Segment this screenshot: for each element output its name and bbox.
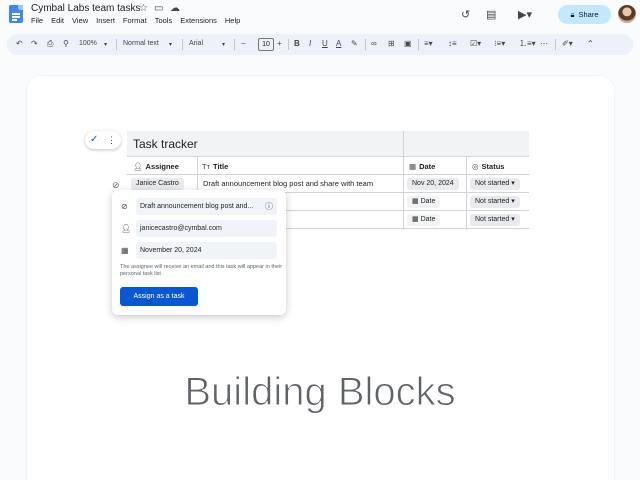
pointer-cursor-icon: ☝︎ (146, 296, 152, 306)
video-caption: Building Blocks (184, 370, 456, 415)
text-color-icon[interactable]: A (336, 39, 341, 49)
print-icon[interactable]: ⎙ (47, 39, 53, 49)
task-title-field[interactable]: Draft announcement blog post and... ⓘ (136, 198, 277, 215)
person-icon: 👤︎ (121, 224, 132, 233)
lock-icon: 🔒︎ (570, 9, 575, 19)
date-chip[interactable]: Nov 20, 2024 (407, 178, 459, 190)
table-menu-chip[interactable]: ✓ ⋮ (85, 131, 121, 149)
bulleted-list-icon[interactable]: ⁝≡▾ (494, 39, 505, 49)
toolbar: ↶ ↷ ⎙ ⚲ 100% ▾ Normal text ▾ Arial ▾ − 1… (7, 34, 633, 55)
menu-view[interactable]: View (72, 16, 88, 25)
menu-help[interactable]: Help (225, 16, 240, 25)
header-assignee[interactable]: 👤︎ Assignee (133, 162, 179, 171)
increase-font-icon[interactable]: + (277, 39, 282, 49)
assignee-email-field[interactable]: janicecastro@cymbal.com (136, 220, 277, 237)
paint-format-icon[interactable]: ⚲ (63, 39, 69, 49)
share-label: Share (578, 10, 599, 19)
menu-file[interactable]: File (31, 16, 43, 25)
person-icon: 👤︎ (133, 162, 143, 171)
help-icon[interactable]: ⓘ (265, 198, 273, 215)
share-button[interactable]: 🔒︎ Share (558, 5, 611, 24)
menu-insert[interactable]: Insert (96, 16, 115, 25)
history-icon[interactable]: ↺ (461, 8, 470, 21)
font-select[interactable]: Arial (189, 40, 203, 47)
assignee-chip[interactable]: Janice Castro (131, 178, 184, 190)
redo-icon[interactable]: ↷ (31, 39, 38, 49)
menu-extensions[interactable]: Extensions (180, 16, 217, 25)
table-header-row: 👤︎ Assignee Tт Title ▦ Date ◎ Status (127, 157, 529, 175)
table-title-row: Task tracker (127, 131, 529, 157)
chevron-down-icon: ▾ (169, 42, 173, 48)
align-icon[interactable]: ≡▾ (424, 39, 433, 49)
more-vert-icon: ⋮ (107, 135, 116, 145)
title-bar: Cymbal Labs team tasks ☆ ▭ ☁ File Edit V… (0, 0, 640, 30)
status-chip[interactable]: Not started ▾ (470, 214, 520, 226)
status-icon: ◎ (472, 162, 479, 171)
task-check-icon: ⊘ (121, 202, 128, 211)
edit-mode-icon[interactable]: ✐▾ (562, 39, 573, 49)
task-title-cell[interactable]: Draft announcement blog post and share w… (203, 179, 373, 188)
header-status[interactable]: ◎ Status (472, 162, 504, 171)
star-icon[interactable]: ☆ (139, 3, 148, 14)
status-chip[interactable]: Not started ▾ (470, 178, 520, 190)
more-icon[interactable]: ⋯ (540, 39, 548, 49)
image-icon[interactable]: ▣ (404, 39, 412, 49)
line-spacing-icon[interactable]: ↕≡ (448, 39, 457, 49)
menu-format[interactable]: Format (123, 16, 147, 25)
bold-icon[interactable]: B (294, 39, 300, 49)
decrease-font-icon[interactable]: − (241, 39, 246, 49)
table-title[interactable]: Task tracker (133, 137, 198, 151)
undo-icon[interactable]: ↶ (16, 39, 23, 49)
checklist-icon[interactable]: ☑▾ (470, 39, 481, 49)
assign-task-popup: ⊘ Draft announcement blog post and... ⓘ … (112, 190, 286, 315)
numbered-list-icon[interactable]: ⒈≡▾ (519, 39, 536, 49)
docs-logo-icon[interactable] (9, 5, 23, 23)
calendar-icon: ▦ (409, 162, 417, 171)
zoom-select[interactable]: 100% (79, 40, 97, 47)
chevron-down-icon: ▾ (104, 42, 108, 48)
highlight-icon[interactable]: ✎ (351, 39, 358, 49)
menu-tools[interactable]: Tools (155, 16, 173, 25)
task-check-icon: ✓ (90, 134, 99, 145)
link-icon[interactable]: ∞ (371, 39, 377, 49)
date-chip[interactable]: ▦ Date (407, 196, 441, 208)
folder-move-icon[interactable]: ▭ (154, 3, 163, 14)
assign-note: The assignee will receive an email and t… (120, 264, 283, 277)
chevron-down-icon: ▾ (222, 42, 226, 48)
header-title[interactable]: Tт Title (202, 162, 228, 171)
underline-icon[interactable]: U (322, 39, 328, 49)
avatar[interactable] (618, 5, 636, 23)
calendar-icon: ▦ (121, 246, 129, 255)
collapse-icon[interactable]: ⌃ (587, 39, 594, 49)
font-size-input[interactable]: 10 (258, 38, 274, 51)
menu-edit[interactable]: Edit (51, 16, 64, 25)
text-type-icon: Tт (202, 162, 211, 171)
menu-bar: File Edit View Insert Format Tools Exten… (31, 16, 248, 25)
status-chip[interactable]: Not started ▾ (470, 196, 520, 208)
due-date-field[interactable]: November 20, 2024 (136, 242, 277, 259)
assign-as-task-button[interactable]: Assign as a task (120, 287, 198, 306)
italic-icon[interactable]: I (309, 39, 311, 49)
insert-comment-icon[interactable]: ⊞ (388, 39, 395, 49)
comment-icon[interactable]: ▤ (486, 8, 496, 21)
date-chip[interactable]: ▦ Date (407, 214, 441, 226)
cloud-status-icon[interactable]: ☁ (170, 3, 180, 14)
header-date[interactable]: ▦ Date (409, 162, 435, 171)
meet-video-icon[interactable]: ▶▾ (518, 8, 532, 21)
style-select[interactable]: Normal text (123, 40, 159, 47)
document-title[interactable]: Cymbal Labs team tasks (31, 3, 141, 14)
